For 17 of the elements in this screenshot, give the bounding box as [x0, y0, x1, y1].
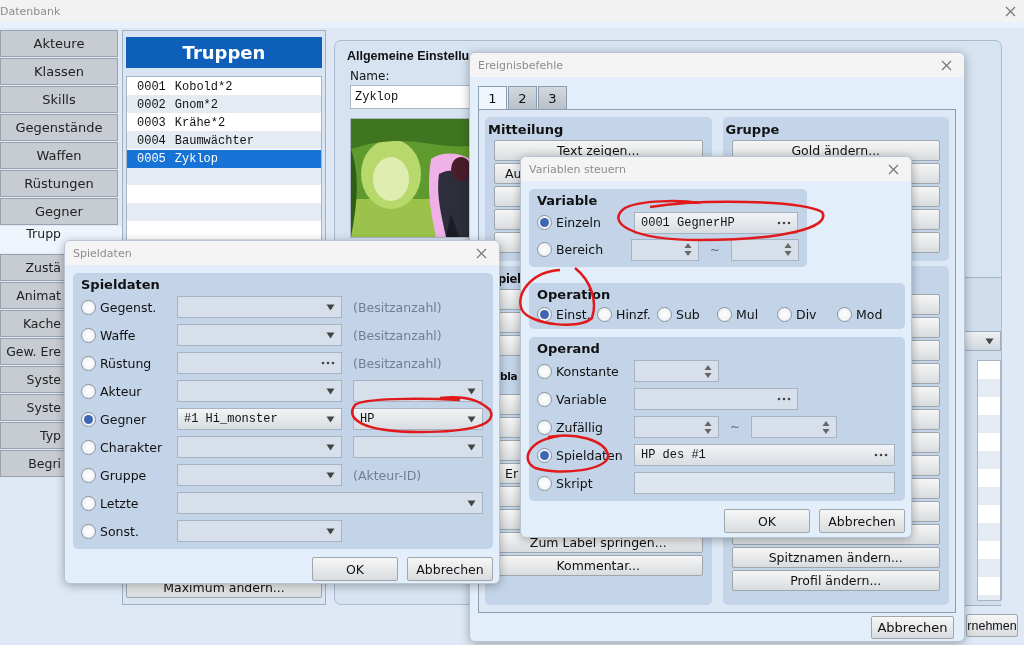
- window-title: Ereignisbefehle: [478, 58, 563, 72]
- section-title: Allgemeine Einstellu: [347, 49, 471, 63]
- hint-text: (Besitzanzahl): [353, 299, 442, 315]
- panel-header: Truppen: [126, 37, 322, 68]
- range-separator: ~: [728, 420, 742, 434]
- hint-text: (Besitzanzahl): [353, 355, 442, 371]
- group-title: Gruppe: [725, 121, 781, 139]
- hint-text: (Akteur-ID): [353, 467, 422, 483]
- group-title: Operand: [537, 339, 600, 357]
- group-title: Mitteilung: [488, 121, 565, 139]
- field-label: Name:: [350, 69, 391, 83]
- group-title: Variable: [537, 191, 598, 209]
- window-title: Variablen steuern: [529, 162, 626, 176]
- hint-text: (Besitzanzahl): [353, 327, 442, 343]
- range-separator: ~: [708, 242, 722, 257]
- window-title: Datenbank: [0, 4, 61, 18]
- group-title: bla: [500, 369, 518, 384]
